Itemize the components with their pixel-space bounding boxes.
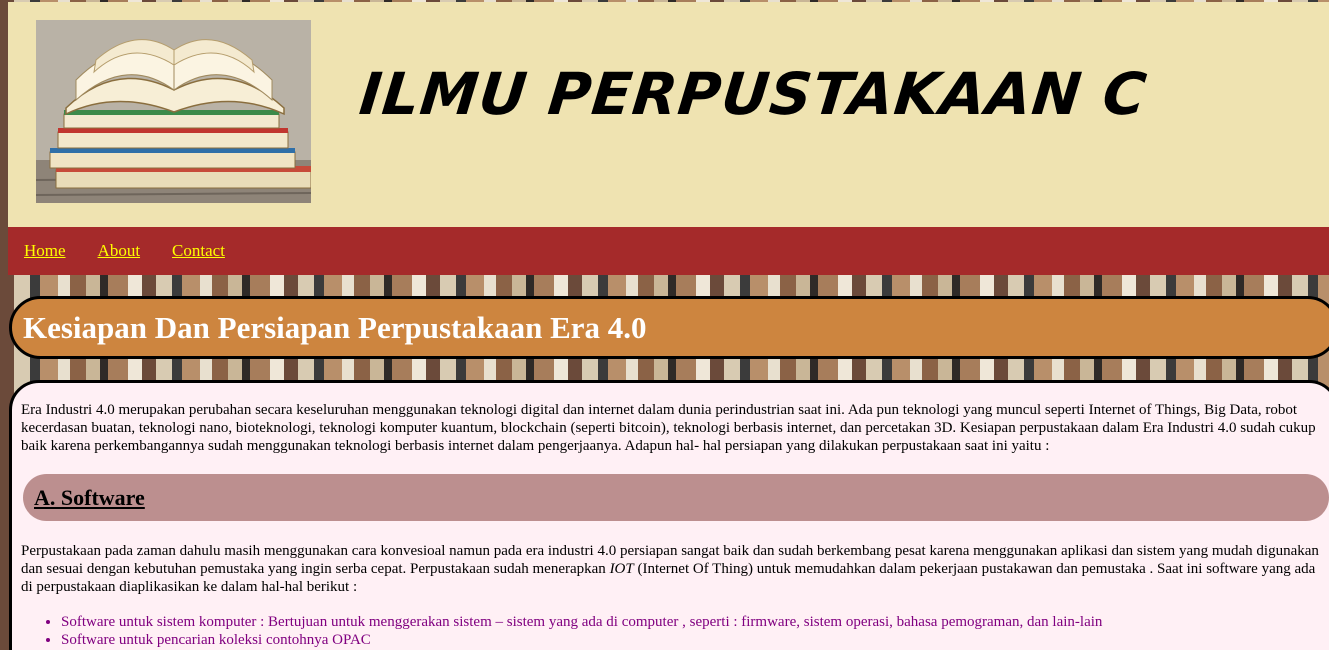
article-title: Kesiapan Dan Persiapan Perpustakaan Era … <box>23 309 647 345</box>
article-header: Kesiapan Dan Persiapan Perpustakaan Era … <box>9 296 1329 359</box>
main-nav: Home About Contact <box>8 227 1329 275</box>
iot-term: IOT <box>609 561 634 577</box>
list-item: Software untuk pencarian koleksi contohn… <box>61 631 1326 649</box>
article-content: Era Industri 4.0 merupakan perubahan sec… <box>9 380 1329 650</box>
nav-contact-link[interactable]: Contact <box>172 241 225 261</box>
section-software-header: A. Software <box>23 474 1329 521</box>
intro-paragraph: Era Industri 4.0 merupakan perubahan sec… <box>21 402 1316 454</box>
list-item: Software untuk sistem komputer : Bertuju… <box>61 613 1326 631</box>
software-list: Software untuk sistem komputer : Bertuju… <box>61 613 1326 649</box>
nav-about-link[interactable]: About <box>98 241 141 261</box>
nav-home-link[interactable]: Home <box>24 241 66 261</box>
site-title: ILMU PERPUSTAKAAN C <box>356 60 1151 128</box>
site-header: ILMU PERPUSTAKAAN C <box>8 2 1329 227</box>
open-books-icon <box>36 20 311 203</box>
software-paragraph: Perpustakaan pada zaman dahulu masih men… <box>21 542 1326 596</box>
section-software-title: A. Software <box>34 484 145 510</box>
logo-image <box>36 20 311 203</box>
